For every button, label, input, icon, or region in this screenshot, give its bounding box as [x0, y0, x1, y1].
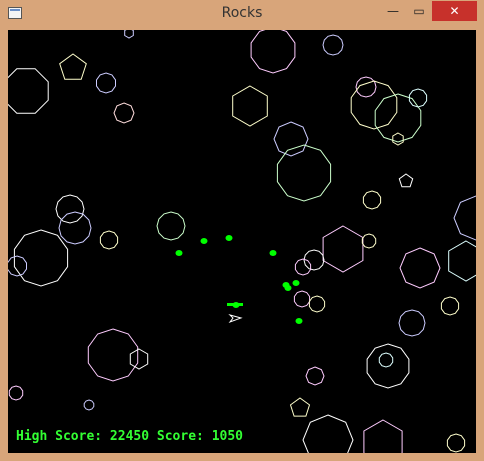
rock [83, 399, 95, 411]
rock [374, 93, 422, 143]
rock [350, 80, 398, 130]
bullet [284, 285, 292, 291]
rock [399, 247, 441, 289]
rock [440, 296, 460, 316]
score-label: Score: [156, 429, 204, 444]
rock [273, 121, 309, 157]
close-button[interactable]: ✕ [432, 1, 477, 21]
game-canvas[interactable]: High Score: 22450 Score: 1050 [8, 30, 476, 453]
rock [276, 144, 332, 202]
rock [289, 397, 311, 417]
rock [293, 290, 311, 308]
rock [156, 211, 186, 241]
score-value: 1050 [211, 429, 243, 444]
rock [8, 255, 27, 277]
rock [58, 211, 92, 245]
rock [363, 419, 403, 453]
minimize-button[interactable]: — [380, 1, 406, 21]
rock [446, 433, 466, 453]
rock [250, 30, 296, 74]
rock [398, 309, 426, 337]
title-bar[interactable]: Rocks — ▭ ✕ [0, 0, 484, 30]
rock [448, 240, 476, 282]
rock [232, 85, 268, 127]
bullet [292, 280, 300, 286]
score-hud: High Score: 22450 Score: 1050 [16, 429, 243, 444]
high-score-label: High Score: [16, 429, 103, 444]
rock [96, 72, 116, 94]
rock [398, 173, 414, 188]
rock [294, 258, 312, 276]
ship-shield-bar [227, 303, 243, 306]
game-window: Rocks — ▭ ✕ High Score: 22450 Score: 105… [0, 0, 484, 461]
rock [113, 102, 135, 124]
bullet [200, 238, 208, 244]
rock [361, 233, 377, 249]
rock [362, 190, 382, 210]
rock [59, 53, 87, 80]
rock [378, 352, 394, 368]
high-score-value: 22450 [109, 429, 150, 444]
rock [392, 132, 404, 146]
ship-icon [228, 314, 243, 324]
bullet [295, 318, 303, 324]
bullet [269, 250, 277, 256]
rock [8, 385, 24, 401]
maximize-button[interactable]: ▭ [406, 1, 432, 21]
rock [322, 34, 344, 56]
rock [8, 68, 49, 114]
rock [408, 88, 428, 108]
rock [322, 225, 364, 273]
bullet [175, 250, 183, 256]
bullet [225, 235, 233, 241]
rock [305, 366, 325, 386]
rock [453, 195, 476, 241]
rock [129, 348, 149, 370]
rock [124, 30, 134, 39]
playfield [8, 30, 476, 453]
rock [302, 414, 354, 453]
rock [308, 295, 326, 313]
rock [99, 230, 119, 250]
rock [55, 194, 85, 224]
